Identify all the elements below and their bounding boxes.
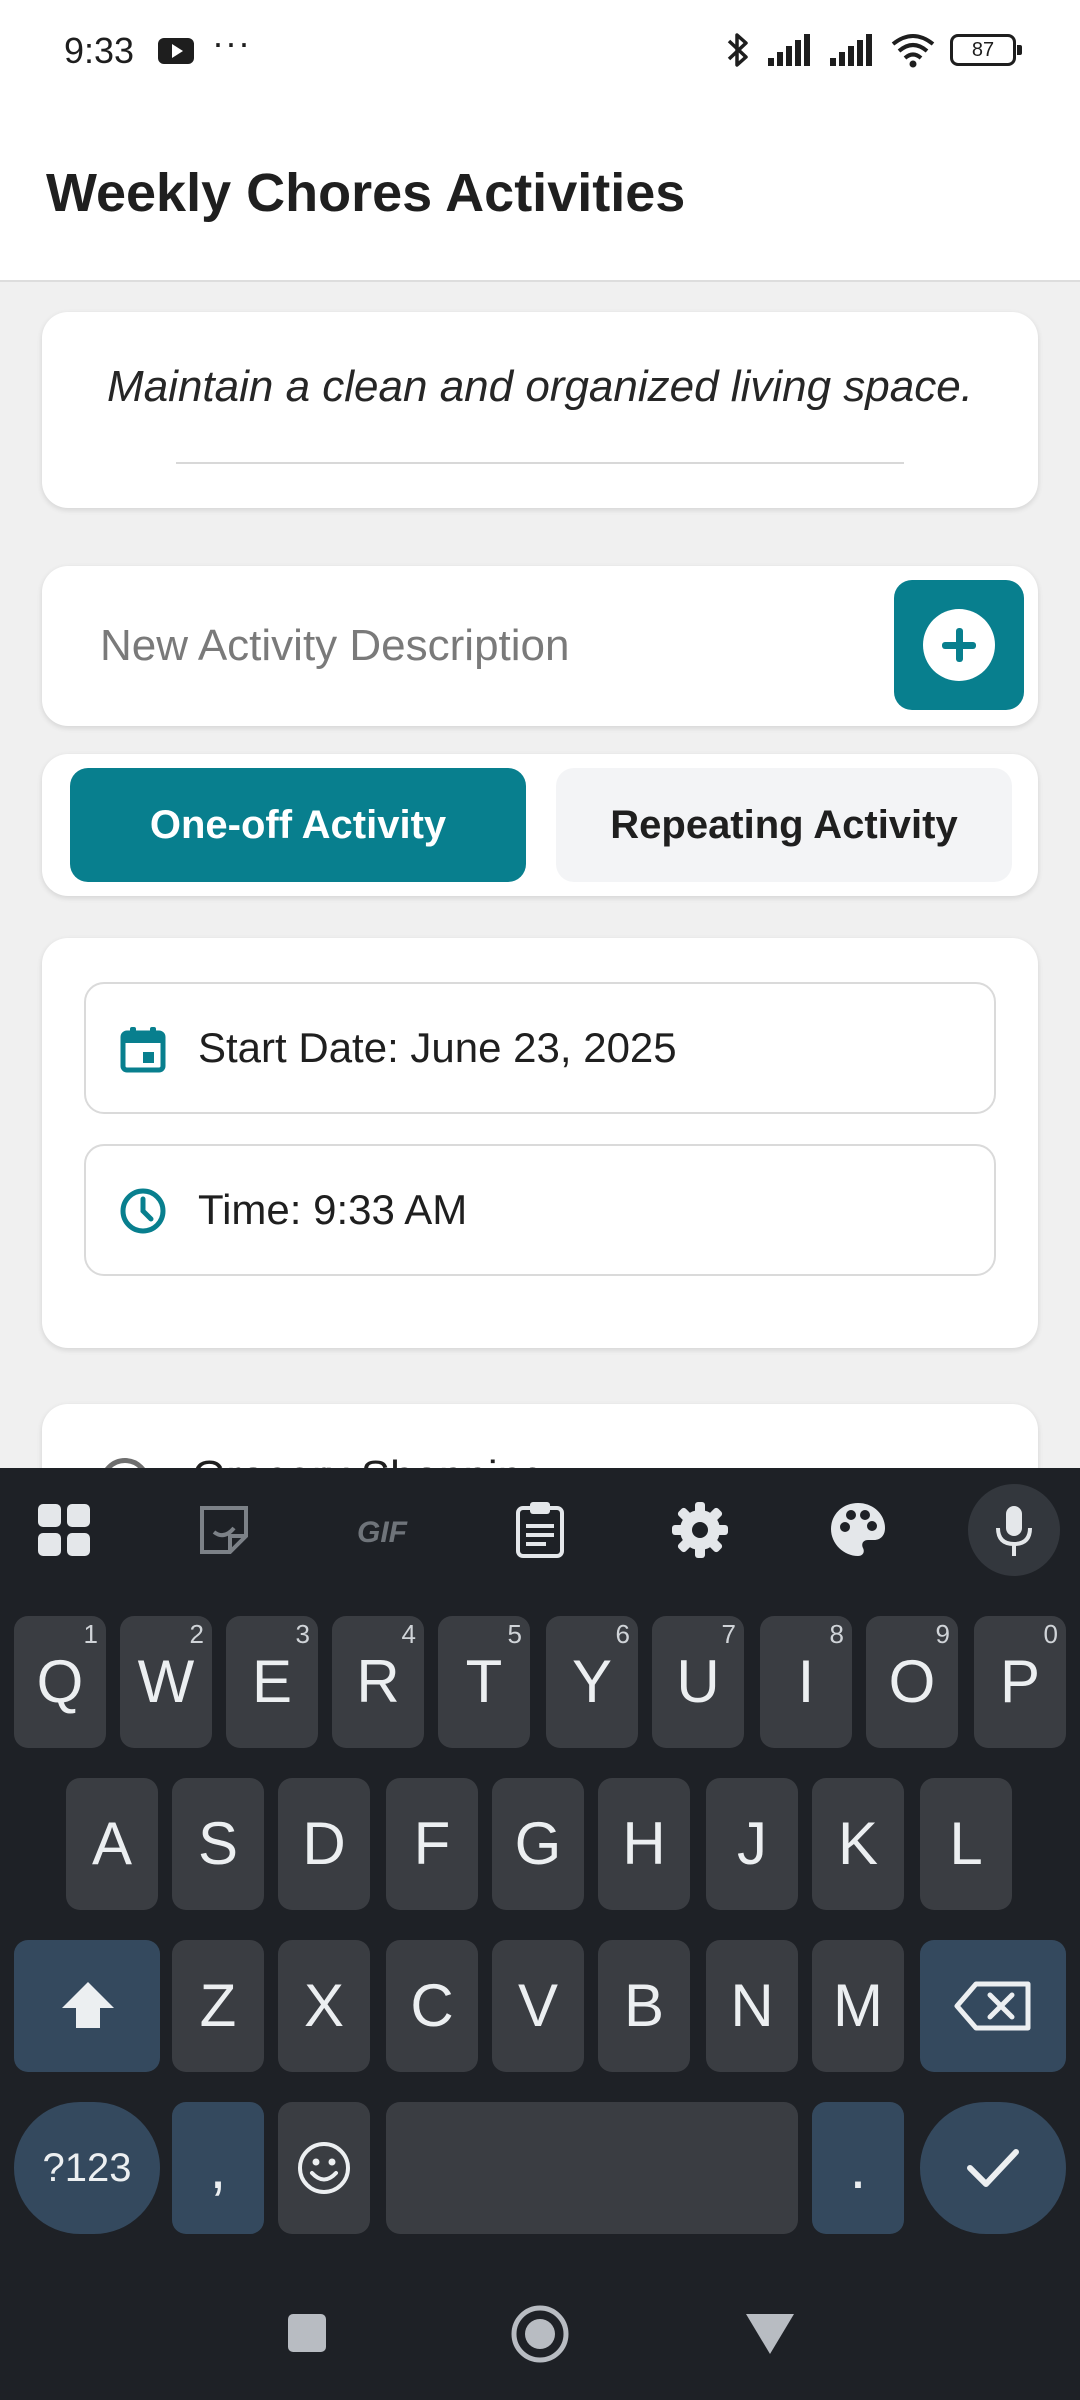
goal-card: Maintain a clean and organized living sp… (42, 312, 1038, 508)
youtube-icon (158, 38, 194, 64)
key-k[interactable]: K (812, 1778, 904, 1910)
key-v[interactable]: V (492, 1940, 584, 2072)
microphone-icon (996, 1506, 1032, 1556)
backspace-key[interactable] (920, 1940, 1066, 2072)
shift-arrow-icon (62, 1982, 114, 2028)
divider (176, 462, 904, 464)
done-key[interactable] (920, 2102, 1066, 2234)
shift-key[interactable] (14, 1940, 160, 2072)
palette-icon[interactable] (826, 1498, 890, 1562)
home-button[interactable] (510, 2304, 570, 2364)
key-w[interactable]: W2 (120, 1616, 212, 1748)
key-p[interactable]: P0 (974, 1616, 1066, 1748)
key-e[interactable]: E3 (226, 1616, 318, 1748)
key-o[interactable]: O9 (866, 1616, 958, 1748)
one-off-activity-button[interactable]: One-off Activity (70, 768, 526, 882)
wifi-icon (891, 34, 935, 68)
key-h[interactable]: H (598, 1778, 690, 1910)
voice-input-button[interactable] (968, 1484, 1060, 1576)
key-i[interactable]: I8 (760, 1616, 852, 1748)
key-r[interactable]: R4 (332, 1616, 424, 1748)
key-b[interactable]: B (598, 1940, 690, 2072)
schedule-card: Start Date: June 23, 2025 Time: 9:33 AM (42, 938, 1038, 1348)
bluetooth-icon (727, 33, 748, 67)
start-date-field[interactable]: Start Date: June 23, 2025 (84, 982, 996, 1114)
app-header: Weekly Chores Activities (0, 100, 1080, 282)
activity-type-toggle: One-off Activity Repeating Activity (42, 754, 1038, 896)
plus-icon (923, 609, 995, 681)
emoji-icon (298, 2142, 350, 2194)
key-a[interactable]: A (66, 1778, 158, 1910)
battery-icon: 87 (950, 34, 1022, 66)
key-x[interactable]: X (278, 1940, 370, 2072)
key-s[interactable]: S (172, 1778, 264, 1910)
key-g[interactable]: G (492, 1778, 584, 1910)
settings-gear-icon[interactable] (668, 1498, 732, 1562)
key-n[interactable]: N (706, 1940, 798, 2072)
emoji-key[interactable] (278, 2102, 370, 2234)
key-z[interactable]: Z (172, 1940, 264, 2072)
key-d[interactable]: D (278, 1778, 370, 1910)
recents-button[interactable] (286, 2312, 328, 2354)
key-f[interactable]: F (386, 1778, 478, 1910)
goal-description: Maintain a clean and organized living sp… (107, 362, 973, 411)
key-u[interactable]: U7 (652, 1616, 744, 1748)
signal-icon-sim2 (830, 34, 872, 66)
space-bar[interactable] (386, 2102, 798, 2234)
back-button[interactable] (744, 2312, 796, 2356)
new-activity-card (42, 566, 1038, 726)
repeating-activity-button[interactable]: Repeating Activity (556, 768, 1012, 882)
key-j[interactable]: J (706, 1778, 798, 1910)
clipboard-icon[interactable] (508, 1498, 572, 1562)
new-activity-input[interactable] (98, 606, 898, 686)
checkmark-icon (967, 2149, 1019, 2187)
status-time: 9:33 (64, 30, 135, 71)
clock-icon (120, 1188, 166, 1234)
start-date-label: Start Date: June 23, 2025 (198, 1024, 677, 1071)
keyboard-toolbar: GIF (0, 1468, 1080, 1592)
key-q[interactable]: Q1 (14, 1616, 106, 1748)
key-m[interactable]: M (812, 1940, 904, 2072)
key-l[interactable]: L (920, 1778, 1012, 1910)
key-c[interactable]: C (386, 1940, 478, 2072)
signal-icon-sim1 (768, 34, 810, 66)
time-field[interactable]: Time: 9:33 AM (84, 1144, 996, 1276)
backspace-icon (954, 1981, 1031, 2031)
sticker-icon[interactable] (192, 1498, 256, 1562)
symbols-key[interactable]: ?123 (14, 2102, 160, 2234)
apps-grid-icon[interactable] (32, 1498, 96, 1562)
key-t[interactable]: T5 (438, 1616, 530, 1748)
onscreen-keyboard: GIF Q 1 W 2 E 3 R 4 T 5 Y 6 U 7 I 8 O 9 … (0, 1468, 1080, 2268)
calendar-icon (120, 1027, 166, 1073)
key-y[interactable]: Y6 (546, 1616, 638, 1748)
more-notifications-icon: ··· (212, 22, 251, 63)
add-activity-button[interactable] (894, 580, 1024, 710)
page-title: Weekly Chores Activities (46, 163, 686, 223)
gif-icon[interactable]: GIF (346, 1498, 418, 1562)
svg-text:GIF: GIF (357, 1516, 408, 1549)
time-label: Time: 9:33 AM (198, 1186, 468, 1233)
navigation-bar (0, 2268, 1080, 2400)
period-key[interactable]: . (812, 2102, 904, 2234)
status-bar: 9:33 ··· 87 (0, 0, 1080, 100)
comma-key[interactable]: , (172, 2102, 264, 2234)
